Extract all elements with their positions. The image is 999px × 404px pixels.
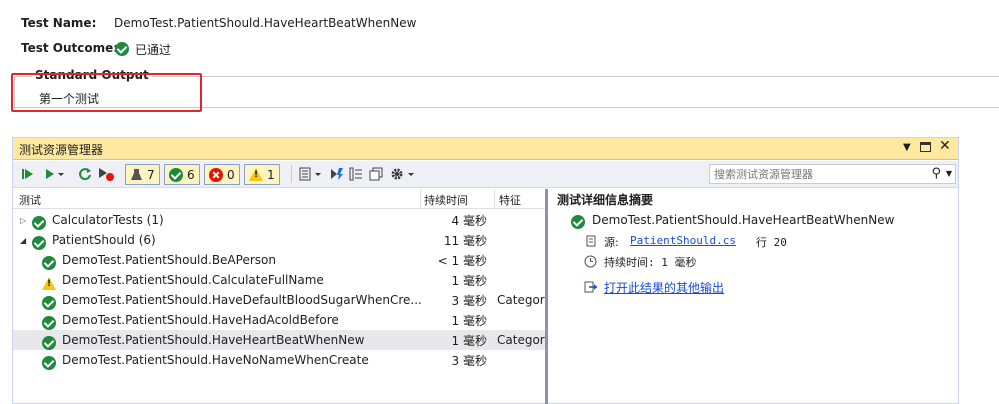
- highlight-box: [11, 73, 202, 112]
- test-name-value: DemoTest.PatientShould.HaveHeartBeatWhen…: [114, 16, 417, 30]
- column-test[interactable]: 测试: [19, 192, 41, 208]
- copy-icon[interactable]: [368, 164, 384, 184]
- tree-row-test[interactable]: DemoTest.PatientShould.HaveNoNameWhenCre…: [13, 350, 545, 370]
- run-icon[interactable]: [43, 164, 65, 184]
- explorer-title: 测试资源管理器: [19, 143, 104, 157]
- test-tree: ▷ CalculatorTests (1) 4 毫秒 ◢ PatientShou…: [13, 210, 545, 404]
- search-input[interactable]: [710, 165, 925, 183]
- close-icon[interactable]: ✕: [939, 138, 951, 154]
- failed-icon: [209, 167, 223, 182]
- toolbar-separator: [291, 165, 292, 183]
- summary-heading: 测试详细信息摘要: [557, 193, 654, 207]
- tree-row-test[interactable]: DemoTest.PatientShould.CalculateFullName…: [13, 270, 545, 290]
- total-count: 7: [147, 167, 155, 182]
- row-duration: 1 毫秒: [451, 273, 487, 288]
- row-duration: 4 毫秒: [451, 213, 487, 228]
- run-after-build-icon[interactable]: [329, 164, 345, 184]
- passed-icon: [42, 296, 56, 310]
- filter-total-button[interactable]: 7: [125, 164, 160, 185]
- summary-test-name[interactable]: DemoTest.PatientShould.HaveHeartBeatWhen…: [592, 213, 894, 227]
- maximize-icon[interactable]: [920, 142, 931, 152]
- warning-icon: [42, 276, 56, 290]
- row-name: DemoTest.PatientShould.HaveNoNameWhenCre…: [62, 353, 369, 367]
- row-name: CalculatorTests (1): [52, 213, 164, 227]
- tree-row-test[interactable]: DemoTest.PatientShould.HaveHadAcoldBefor…: [13, 310, 545, 330]
- flask-icon: [131, 169, 142, 180]
- passed-count: 6: [187, 167, 195, 182]
- explorer-titlebar: 测试资源管理器 ▼ ✕: [13, 138, 958, 160]
- passed-icon: [42, 356, 56, 370]
- source-line: 行 20: [756, 236, 787, 249]
- tree-row-group[interactable]: ▷ CalculatorTests (1) 4 毫秒: [13, 210, 545, 230]
- row-name: DemoTest.PatientShould.HaveHadAcoldBefor…: [62, 313, 339, 327]
- open-output-link[interactable]: 打开此结果的其他输出: [604, 279, 724, 296]
- clock-icon: [584, 255, 597, 268]
- filter-skipped-button[interactable]: 1: [244, 164, 280, 185]
- refresh-icon[interactable]: [77, 164, 93, 184]
- open-output-icon: [584, 281, 597, 293]
- expand-icon[interactable]: ▷: [20, 216, 26, 225]
- column-traits[interactable]: 特征: [499, 192, 521, 208]
- source-file-link[interactable]: PatientShould.cs: [630, 234, 736, 247]
- run-all-icon[interactable]: [21, 164, 35, 184]
- row-trait: Categor: [497, 293, 545, 307]
- duration-text: 持续时间: 1 毫秒: [604, 256, 697, 269]
- passed-icon: [32, 236, 46, 250]
- row-duration: 3 毫秒: [451, 293, 487, 308]
- source-label: 源:: [604, 236, 619, 249]
- passed-icon: [42, 256, 56, 270]
- search-dropdown-icon[interactable]: ▼: [946, 169, 952, 178]
- collapse-icon[interactable]: ◢: [20, 236, 26, 245]
- test-name-label: Test Name:: [21, 16, 97, 30]
- playlist-icon[interactable]: [298, 164, 324, 184]
- summary-pane: 测试详细信息摘要 DemoTest.PatientShould.HaveHear…: [548, 189, 958, 404]
- dropdown-icon[interactable]: ▼: [903, 142, 911, 153]
- passed-icon: [42, 316, 56, 330]
- filter-failed-button[interactable]: 0: [204, 164, 240, 185]
- search-icon[interactable]: ⚲: [931, 166, 941, 181]
- tree-row-test-selected[interactable]: DemoTest.PatientShould.HaveHeartBeatWhen…: [13, 330, 545, 350]
- tree-row-group[interactable]: ◢ PatientShould (6) 11 毫秒: [13, 230, 545, 250]
- test-explorer-panel: 测试资源管理器 ▼ ✕ 7 6 0 1: [12, 137, 959, 404]
- passed-icon: [32, 216, 46, 230]
- row-name: DemoTest.PatientShould.HaveDefaultBloodS…: [62, 293, 422, 307]
- row-duration: 3 毫秒: [451, 353, 487, 368]
- passed-icon: [571, 215, 585, 229]
- cancel-run-icon[interactable]: [97, 164, 115, 184]
- row-duration: 11 毫秒: [443, 233, 487, 248]
- column-header-row: 测试 持续时间 特征: [13, 189, 545, 209]
- filter-passed-button[interactable]: 6: [164, 164, 200, 185]
- row-name: PatientShould (6): [52, 233, 156, 247]
- test-outcome-label: Test Outcome:: [21, 41, 119, 55]
- row-duration: 1 毫秒: [451, 313, 487, 328]
- warning-icon: [249, 168, 263, 181]
- passed-icon: [169, 167, 183, 182]
- settings-icon[interactable]: [389, 164, 417, 184]
- row-duration: < 1 毫秒: [437, 253, 487, 268]
- search-box: ⚲ ▼: [709, 164, 956, 184]
- skipped-count: 1: [267, 167, 275, 182]
- column-duration[interactable]: 持续时间: [424, 192, 468, 208]
- row-duration: 1 毫秒: [451, 333, 487, 348]
- failed-count: 0: [227, 167, 235, 182]
- passed-icon: [115, 42, 129, 56]
- tree-row-test[interactable]: DemoTest.PatientShould.HaveDefaultBloodS…: [13, 290, 545, 310]
- test-outcome-value: 已通过: [135, 43, 172, 57]
- source-file-icon: [586, 235, 596, 247]
- row-name: DemoTest.PatientShould.CalculateFullName: [62, 273, 324, 287]
- row-trait: Categor: [497, 333, 545, 347]
- row-name: DemoTest.PatientShould.HaveHeartBeatWhen…: [62, 333, 365, 347]
- passed-icon: [42, 336, 56, 350]
- tree-row-test[interactable]: DemoTest.PatientShould.BeAPerson < 1 毫秒: [13, 250, 545, 270]
- column-divider: [420, 189, 421, 209]
- group-by-icon[interactable]: [348, 164, 364, 184]
- row-name: DemoTest.PatientShould.BeAPerson: [62, 253, 276, 267]
- explorer-toolbar: 7 6 0 1 ⚲: [13, 161, 958, 188]
- column-divider: [494, 189, 495, 209]
